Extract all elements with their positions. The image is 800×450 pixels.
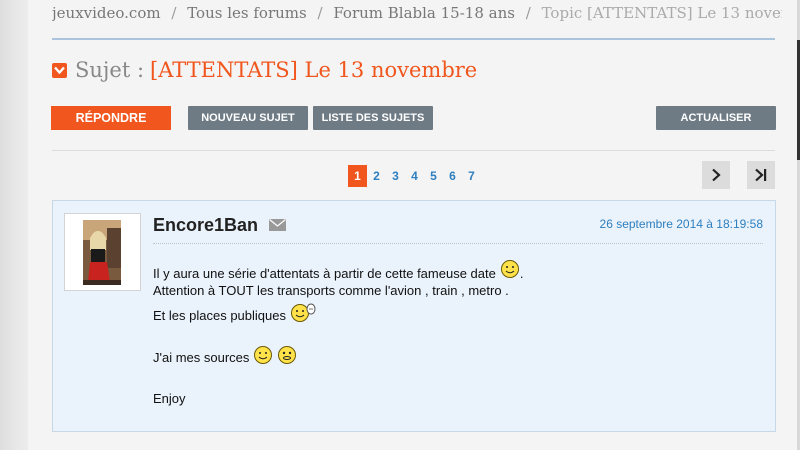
toolbar-divider — [52, 150, 775, 151]
breadcrumb-separator: / — [317, 4, 323, 22]
post-text: Attention à TOUT les transports comme l'… — [153, 283, 509, 298]
topic-title: [ATTENTATS] Le 13 novembre — [150, 58, 478, 82]
refresh-button[interactable]: Actualiser — [656, 106, 776, 130]
next-page-button[interactable] — [702, 161, 730, 189]
breadcrumb-forums[interactable]: Tous les forums — [187, 4, 306, 22]
post-text: Enjoy — [153, 391, 186, 406]
post-line: Attention à TOUT les transports comme l'… — [153, 283, 509, 298]
forum-page: jeuxvideo.com / Tous les forums / Forum … — [28, 0, 797, 450]
forum-post: Encore1Ban 26 septembre 2014 à 18:19:58 … — [52, 200, 776, 432]
post-author[interactable]: Encore1Ban — [153, 215, 258, 236]
page-link[interactable]: 6 — [443, 165, 462, 187]
post-date[interactable]: 26 septembre 2014 à 18:19:58 — [600, 217, 763, 231]
mail-icon[interactable] — [269, 219, 286, 231]
smiley-icon — [290, 303, 316, 322]
post-line: Enjoy — [153, 391, 186, 406]
smiley-icon — [278, 346, 297, 364]
breadcrumb-site[interactable]: jeuxvideo.com — [52, 4, 161, 22]
post-line: J'ai mes sources — [153, 345, 297, 365]
last-page-icon — [755, 168, 767, 182]
breadcrumb: jeuxvideo.com / Tous les forums / Forum … — [52, 4, 782, 24]
chevron-right-icon — [712, 168, 721, 182]
page-link[interactable]: 7 — [462, 165, 481, 187]
page-link[interactable]: 5 — [424, 165, 443, 187]
breadcrumb-topic: Topic [ATTENTATS] Le 13 novembre — [541, 4, 782, 22]
title-prefix: Sujet : — [75, 58, 145, 82]
post-text: . — [519, 266, 524, 281]
topic-list-button[interactable]: Liste des sujets — [313, 106, 433, 130]
page-link[interactable]: 3 — [386, 165, 405, 187]
smiley-icon — [254, 346, 273, 364]
smiley-icon — [500, 260, 519, 278]
post-line: Et les places publiques — [153, 301, 316, 323]
page-link[interactable]: 4 — [405, 165, 424, 187]
breadcrumb-divider — [52, 38, 775, 40]
last-page-button[interactable] — [747, 161, 775, 189]
avatar[interactable] — [64, 213, 141, 291]
page-link[interactable]: 2 — [367, 165, 386, 187]
breadcrumb-separator: / — [171, 4, 177, 22]
new-topic-button[interactable]: Nouveau sujet — [188, 106, 308, 130]
post-header-divider — [153, 243, 763, 244]
avatar-image — [83, 220, 121, 285]
breadcrumb-separator: / — [525, 4, 531, 22]
reply-button[interactable]: Répondre — [51, 106, 171, 130]
page-link-current[interactable]: 1 — [348, 165, 367, 187]
chevron-down-icon[interactable] — [52, 62, 67, 78]
pagination: 1 2 3 4 5 6 7 — [348, 165, 481, 187]
breadcrumb-forum[interactable]: Forum Blabla 15-18 ans — [333, 4, 515, 22]
page-title: Sujet : [ATTENTATS] Le 13 novembre — [52, 56, 477, 84]
post-line: Il y aura une série d'attentats à partir… — [153, 259, 523, 281]
post-text: J'ai mes sources — [153, 350, 250, 365]
post-text: Il y aura une série d'attentats à partir… — [153, 266, 496, 281]
page-margin-left — [0, 0, 28, 450]
post-text: Et les places publiques — [153, 308, 286, 323]
